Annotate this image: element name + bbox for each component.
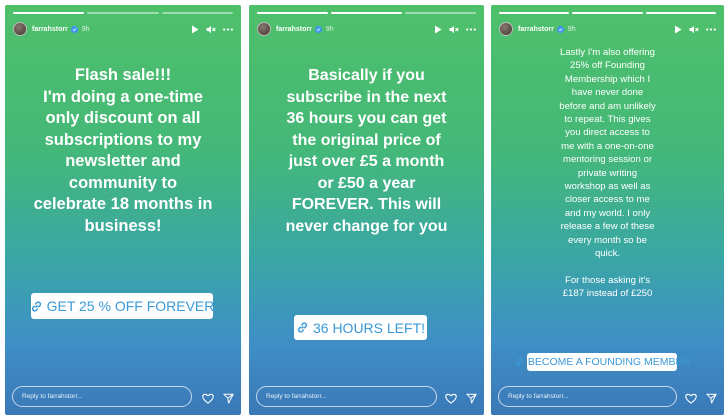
post-time: 9h: [567, 25, 576, 33]
story-text-line: mentoring session or: [562, 154, 653, 166]
play-icon[interactable]: [434, 25, 442, 34]
story-text-line: to repeat. This gives: [564, 114, 651, 126]
link-icon: [515, 358, 523, 366]
progress-segment: [572, 12, 643, 14]
post-time: 9h: [325, 25, 334, 33]
avatar[interactable]: [257, 22, 271, 36]
story-text-line: just over £5 a month: [288, 153, 445, 170]
story-text-line: Lastly I'm also offering: [560, 47, 655, 58]
share-icon[interactable]: [466, 393, 477, 404]
story-text-line: business!: [84, 216, 162, 235]
story-text-line: Flash sale!!!: [74, 66, 172, 84]
progress-segment: [499, 12, 570, 14]
story-text-line: private writing: [577, 167, 638, 179]
progress-segment: [13, 12, 85, 14]
story-text-line: release a few of these: [560, 221, 655, 233]
verified-badge-icon: [314, 25, 322, 33]
link-sticker[interactable]: GET 25 % OFF FOREVER: [31, 293, 215, 319]
story-text-line: 36 hours you can get: [286, 110, 447, 127]
progress-segment: [645, 12, 716, 14]
story-text-line: £187 instead of £250: [562, 288, 653, 300]
mute-icon[interactable]: [449, 25, 459, 34]
story-text-line: you direct access to: [565, 127, 650, 139]
story-text-line: quick.: [594, 248, 621, 260]
story-text-line: never change for you: [285, 217, 448, 235]
story-text-line: FOREVER. This will: [291, 196, 442, 213]
link-sticker[interactable]: BECOME A FOUNDING MEMBER: [515, 353, 690, 371]
heart-icon[interactable]: [685, 393, 697, 404]
story-text-line: every month so be: [568, 234, 647, 246]
share-icon[interactable]: [706, 393, 717, 404]
heart-icon[interactable]: [445, 393, 457, 404]
play-icon[interactable]: [191, 25, 199, 34]
link-icon: [297, 322, 308, 333]
story-progress: [13, 12, 233, 14]
story-text-line: only discount on all: [45, 109, 201, 127]
verified-badge-icon: [556, 25, 564, 33]
mute-icon[interactable]: [689, 25, 699, 34]
story-panel-1[interactable]: farrahstorr 9h Flash sale!!! I'm doing a…: [5, 5, 241, 415]
story-text-line: or £50 a year: [317, 174, 416, 192]
progress-segment: [87, 12, 159, 14]
story-text: Flash sale!!! I'm doing a one-time only …: [5, 65, 241, 237]
story-header: farrahstorr 9h: [257, 20, 476, 38]
verified-badge-icon: [70, 25, 78, 33]
story-text: Basically if you subscribe in the next 3…: [249, 65, 484, 237]
story-text-line: me with a one-on-one: [561, 140, 654, 152]
more-options-icon[interactable]: [706, 27, 716, 31]
link-icon: [31, 300, 41, 312]
story-text-line: Membership which I: [564, 73, 651, 85]
story-text-line: and my world. I only: [564, 207, 651, 219]
story-text: Lastly I'm also offering 25% off Foundin…: [491, 46, 724, 301]
story-text-line: workshop as well as: [564, 181, 651, 193]
username[interactable]: farrahstorr: [32, 26, 68, 33]
username[interactable]: farrahstorr: [276, 26, 312, 33]
story-text-line: subscriptions to my: [44, 130, 202, 149]
link-sticker-label: BECOME A FOUNDING MEMBER: [527, 356, 691, 368]
story-progress: [257, 12, 476, 14]
play-icon[interactable]: [674, 25, 682, 34]
story-text-line: 25% off Founding: [569, 60, 646, 72]
story-text-line: celebrate 18 months in: [33, 195, 213, 213]
reply-input[interactable]: Reply to farrahstorr...: [256, 386, 437, 407]
story-text-line: For those asking it's: [564, 274, 650, 286]
story-text-line: community to: [68, 173, 178, 192]
story-header: farrahstorr 9h: [13, 20, 233, 38]
avatar[interactable]: [499, 22, 513, 36]
story-text-line: have never done: [571, 87, 644, 99]
reply-input[interactable]: Reply to farrahstorr...: [12, 386, 192, 407]
story-panel-2[interactable]: farrahstorr 9h Basically if you subscrib…: [249, 5, 484, 415]
link-sticker-label: GET 25 % OFF FOREVER: [46, 298, 215, 314]
progress-segment: [257, 12, 328, 14]
reply-input[interactable]: Reply to farrahstorr...: [498, 386, 677, 407]
progress-segment: [161, 12, 233, 14]
heart-icon[interactable]: [202, 393, 214, 404]
progress-segment: [331, 12, 402, 14]
link-sticker[interactable]: 36 HOURS LEFT!: [294, 315, 427, 340]
post-time: 9h: [81, 25, 90, 33]
username[interactable]: farrahstorr: [518, 26, 554, 33]
story-text-line: newsletter and: [65, 152, 181, 170]
progress-segment: [405, 12, 476, 14]
more-options-icon[interactable]: [223, 27, 233, 31]
story-text-line: the original price of: [292, 131, 441, 149]
story-text-line: I'm doing a one-time: [43, 87, 203, 106]
mute-icon[interactable]: [206, 25, 216, 34]
story-text-line: closer access to me: [565, 194, 650, 206]
avatar[interactable]: [13, 22, 27, 36]
story-text-line: Basically if you: [308, 67, 425, 84]
link-sticker-label: 36 HOURS LEFT!: [312, 319, 426, 336]
story-panel-3[interactable]: farrahstorr 9h Lastly I'm also offering …: [491, 5, 724, 415]
share-icon[interactable]: [223, 393, 234, 404]
story-text-line: subscribe in the next: [286, 88, 447, 106]
more-options-icon[interactable]: [466, 27, 476, 31]
story-progress: [499, 12, 716, 14]
story-text-line: before and am unlikely: [559, 100, 656, 112]
story-header: farrahstorr 9h: [499, 20, 716, 38]
